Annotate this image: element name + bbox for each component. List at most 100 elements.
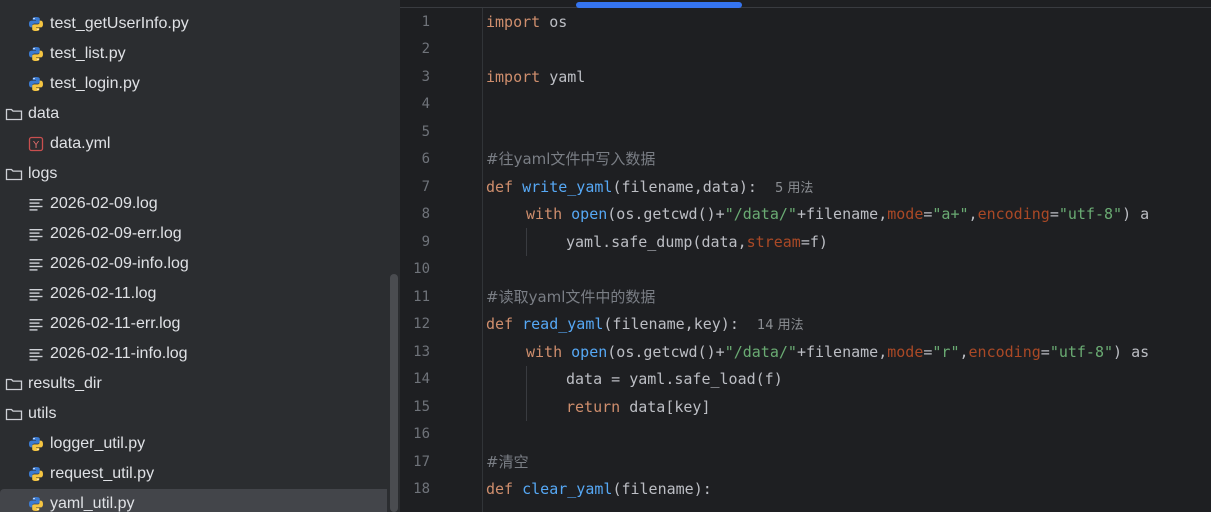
- code-line-14[interactable]: data = yaml.safe_load(f): [566, 366, 783, 393]
- comment: #读取yaml文件中的数据: [486, 288, 656, 306]
- code-text: ,: [968, 205, 978, 223]
- line-number: 11: [413, 289, 430, 305]
- code-text: ) a: [1122, 205, 1150, 223]
- identifier: yaml: [540, 68, 586, 86]
- log-file-icon: [26, 254, 46, 274]
- tree-item-label: 2026-02-09-err.log: [50, 225, 182, 242]
- keyword: import: [486, 68, 541, 86]
- code-text: (os.getcwd()+: [607, 205, 725, 223]
- code-text: data = yaml.safe_load(f): [566, 370, 783, 388]
- tree-file[interactable]: 2026-02-11-err.log: [0, 309, 400, 339]
- sidebar-scrollbar-thumb[interactable]: [390, 274, 398, 512]
- indent-guide: [526, 366, 527, 421]
- line-number: 18: [413, 481, 430, 497]
- line-number: 12: [413, 316, 430, 332]
- keyword-argument: stream: [746, 233, 801, 251]
- tree-folder[interactable]: logs: [0, 159, 390, 189]
- usages-hint[interactable]: 14 用法: [757, 318, 804, 333]
- tree-file[interactable]: 2026-02-09-info.log: [0, 249, 400, 279]
- log-file-icon: [26, 284, 46, 304]
- code-line-13[interactable]: with open(os.getcwd()+"/data/"+filename,…: [526, 339, 1149, 366]
- line-number: 7: [421, 179, 430, 195]
- keyword: return: [566, 398, 621, 416]
- tree-item-label: test_getUserInfo.py: [50, 15, 189, 32]
- code-line-3[interactable]: import yaml: [486, 64, 585, 91]
- comment: #往yaml文件中写入数据: [486, 150, 656, 168]
- line-number: 2: [421, 41, 430, 57]
- code-text: =: [1040, 343, 1050, 361]
- string-literal: "/data/": [724, 343, 797, 361]
- gutter-divider: [482, 8, 483, 512]
- keyword: def: [486, 178, 514, 196]
- tree-item-label: 2026-02-09-info.log: [50, 255, 189, 272]
- tree-file[interactable]: yaml_util.py: [0, 489, 400, 512]
- code-editor[interactable]: 1 2 3 4 5 6 7 8 9 10 11 12 13 14 15 16 1…: [400, 0, 1211, 512]
- line-number: 16: [413, 426, 430, 442]
- code-line-8[interactable]: with open(os.getcwd()+"/data/"+filename,…: [526, 201, 1149, 228]
- tree-file[interactable]: 2026-02-09.log: [0, 189, 400, 219]
- code-text: ) as: [1113, 343, 1150, 361]
- tree-item-label: test_list.py: [50, 45, 126, 62]
- keyword-argument: mode: [887, 343, 924, 361]
- line-number: 10: [413, 261, 430, 277]
- line-number: 14: [413, 371, 430, 387]
- line-number: 5: [421, 124, 430, 140]
- code-text: =: [1049, 205, 1059, 223]
- python-file-icon: [26, 14, 46, 34]
- code-line-15[interactable]: return data[key]: [566, 394, 711, 421]
- tree-file[interactable]: 2026-02-11.log: [0, 279, 400, 309]
- string-literal: "a+": [932, 205, 969, 223]
- code-line-18[interactable]: def clear_yaml(filename):: [486, 476, 712, 503]
- code-line-12[interactable]: def read_yaml(filename,key): 14 用法: [486, 311, 804, 338]
- svg-text:Y: Y: [32, 140, 40, 151]
- tree-file[interactable]: 2026-02-09-err.log: [0, 219, 400, 249]
- tree-item-label: 2026-02-11.log: [50, 285, 157, 302]
- line-number: 9: [421, 234, 430, 250]
- line-number: 4: [421, 96, 430, 112]
- code-line-6[interactable]: #往yaml文件中写入数据: [486, 146, 655, 173]
- tree-folder[interactable]: results_dir: [0, 369, 390, 399]
- tree-file[interactable]: test_list.py: [0, 39, 400, 69]
- builtin-function: open: [571, 343, 608, 361]
- keyword-argument: encoding: [977, 205, 1050, 223]
- code-text: data[key]: [620, 398, 711, 416]
- tree-folder[interactable]: data: [0, 99, 390, 129]
- yaml-file-icon: Y: [26, 134, 46, 154]
- string-literal: "utf-8": [1049, 343, 1114, 361]
- tree-file[interactable]: logger_util.py: [0, 429, 400, 459]
- usages-hint[interactable]: 5 用法: [775, 181, 813, 196]
- string-literal: "r": [932, 343, 960, 361]
- builtin-function: open: [571, 205, 608, 223]
- code-line-17[interactable]: #清空: [486, 449, 529, 476]
- tree-file[interactable]: test_login.py: [0, 69, 400, 99]
- tree-folder[interactable]: utils: [0, 399, 390, 429]
- code-line-7[interactable]: def write_yaml(filename,data): 5 用法: [486, 174, 813, 201]
- code-line-1[interactable]: import os: [486, 9, 567, 36]
- arguments: (filename,data):: [612, 178, 757, 196]
- tree-file[interactable]: test_getUserInfo.py: [0, 9, 400, 39]
- code-line-9[interactable]: yaml.safe_dump(data,stream=f): [566, 229, 828, 256]
- line-number: 8: [421, 206, 430, 222]
- code-text: ,: [959, 343, 969, 361]
- log-file-icon: [26, 314, 46, 334]
- code-text: =f): [800, 233, 828, 251]
- tree-item-label: 2026-02-11-err.log: [50, 315, 181, 332]
- line-number: 15: [413, 399, 430, 415]
- tree-file[interactable]: Ydata.yml: [0, 129, 400, 159]
- folder-icon: [4, 164, 24, 184]
- log-file-icon: [26, 344, 46, 364]
- line-number: 6: [421, 151, 430, 167]
- tree-item-label: request_util.py: [50, 465, 155, 482]
- tree-file[interactable]: 2026-02-11-info.log: [0, 339, 400, 369]
- folder-icon: [4, 104, 24, 124]
- indent-guide: [526, 228, 527, 256]
- tree-file[interactable]: request_util.py: [0, 459, 400, 489]
- tree-item-label: 2026-02-11-info.log: [50, 345, 188, 362]
- tree-item-label: logs: [28, 165, 58, 182]
- code-line-11[interactable]: #读取yaml文件中的数据: [486, 284, 655, 311]
- tree-item-label: data.yml: [50, 135, 111, 152]
- horizontal-scroll-indicator[interactable]: [576, 2, 742, 8]
- keyword: import: [486, 13, 541, 31]
- code-text: +filename,: [796, 205, 888, 223]
- line-number: 17: [413, 454, 430, 470]
